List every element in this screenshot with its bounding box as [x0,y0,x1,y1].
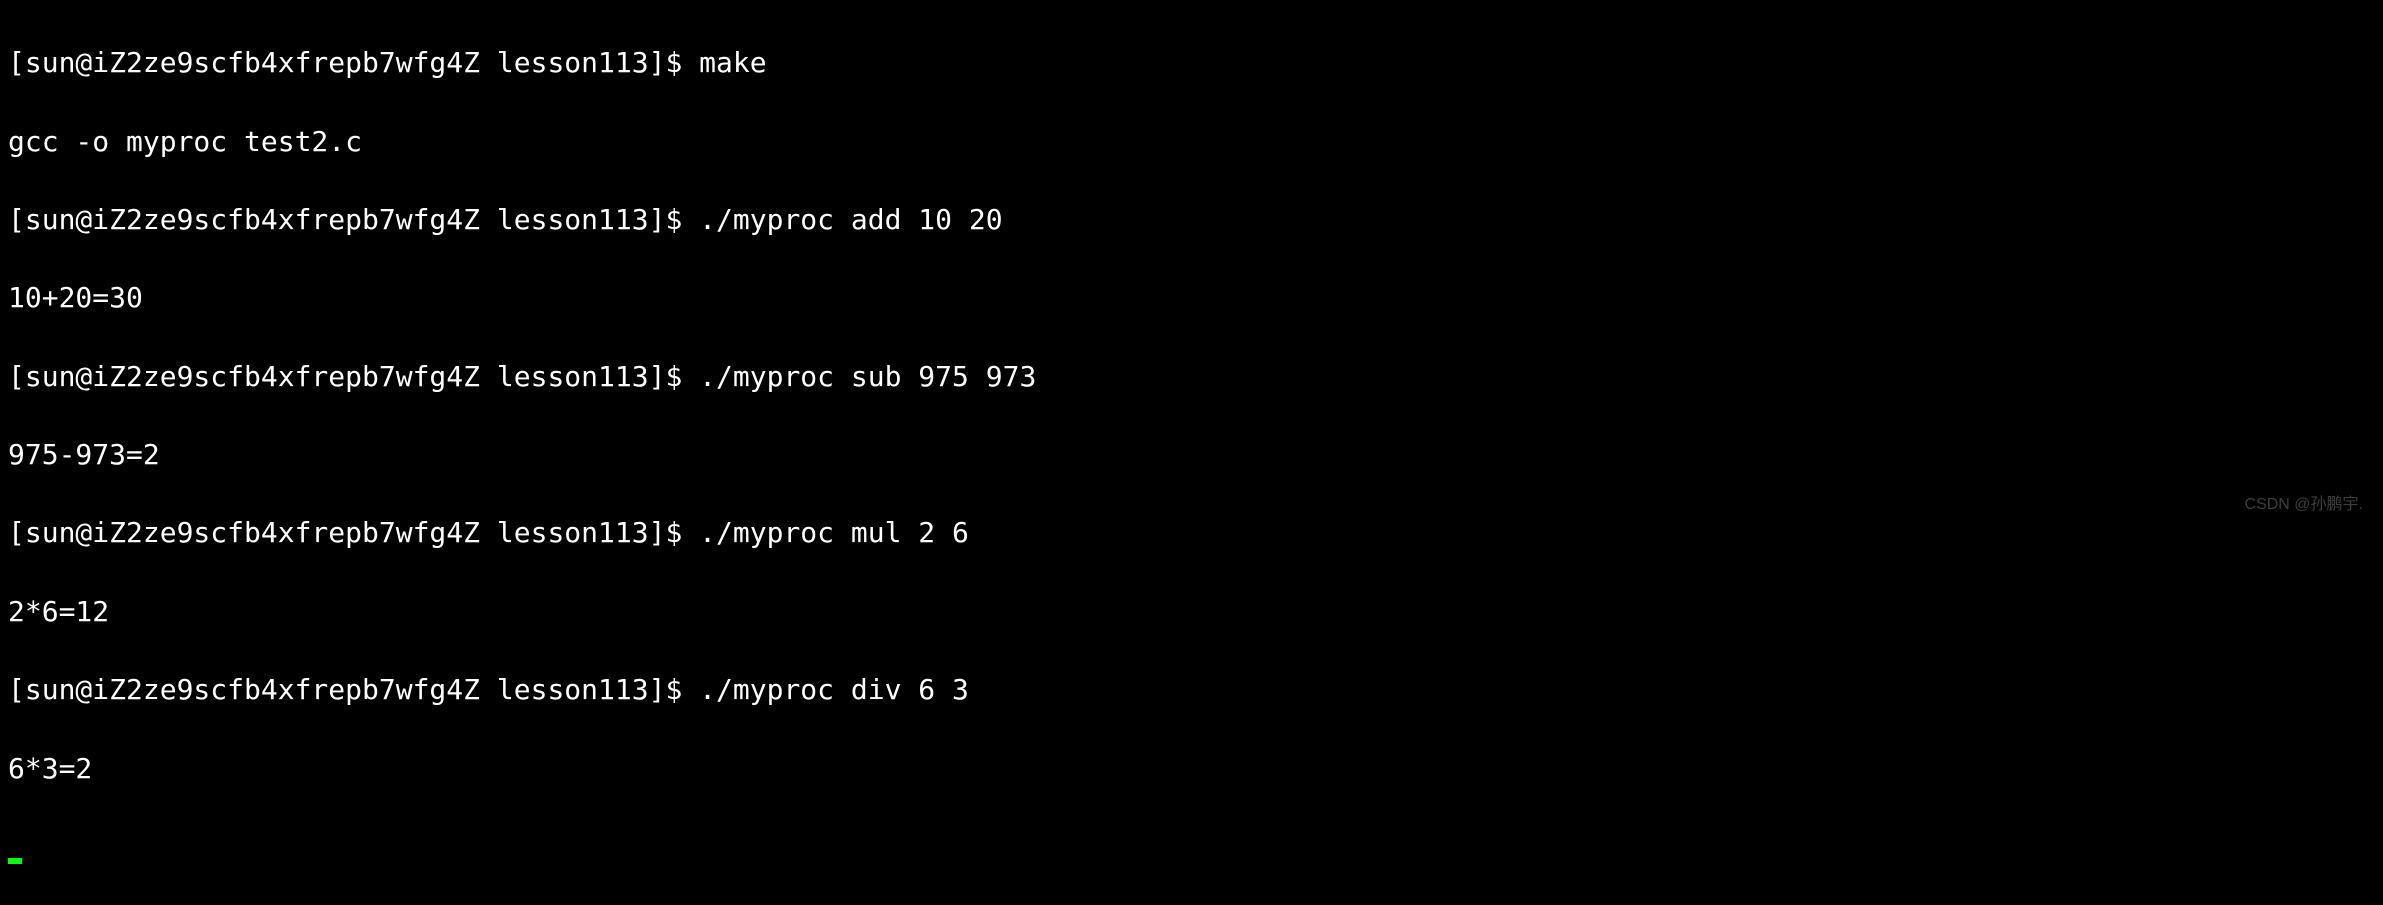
output: 10+20=30 [8,281,143,314]
output: 6*3=2 [8,752,92,785]
prompt: [sun@iZ2ze9scfb4xfrepb7wfg4Z lesson113]$ [8,673,699,706]
prompt: [sun@iZ2ze9scfb4xfrepb7wfg4Z lesson113]$ [8,516,699,549]
terminal-line [8,827,2375,866]
command: ./myproc add 10 20 [699,203,1002,236]
command: ./myproc sub 975 973 [699,360,1036,393]
command: ./myproc div 6 3 [699,673,969,706]
terminal-line: 10+20=30 [8,278,2375,317]
output: 2*6=12 [8,595,109,628]
terminal-line: gcc -o myproc test2.c [8,122,2375,161]
prompt: [sun@iZ2ze9scfb4xfrepb7wfg4Z lesson113]$ [8,203,699,236]
prompt: [sun@iZ2ze9scfb4xfrepb7wfg4Z lesson113]$ [8,360,699,393]
terminal-line: [sun@iZ2ze9scfb4xfrepb7wfg4Z lesson113]$… [8,513,2375,552]
output: gcc -o myproc test2.c [8,125,362,158]
terminal-line: 975-973=2 [8,435,2375,474]
terminal-line: [sun@iZ2ze9scfb4xfrepb7wfg4Z lesson113]$… [8,670,2375,709]
terminal-line: [sun@iZ2ze9scfb4xfrepb7wfg4Z lesson113]$… [8,200,2375,239]
command: make [699,46,766,79]
cursor-icon [8,858,22,864]
terminal-line: [sun@iZ2ze9scfb4xfrepb7wfg4Z lesson113]$… [8,357,2375,396]
command: ./myproc mul 2 6 [699,516,969,549]
terminal-line: 6*3=2 [8,749,2375,788]
terminal-output[interactable]: [sun@iZ2ze9scfb4xfrepb7wfg4Z lesson113]$… [8,4,2375,905]
prompt: [sun@iZ2ze9scfb4xfrepb7wfg4Z lesson113]$ [8,46,699,79]
output: 975-973=2 [8,438,160,471]
terminal-line: [sun@iZ2ze9scfb4xfrepb7wfg4Z lesson113]$… [8,43,2375,82]
watermark: CSDN @孙鹏宇. [2245,494,2363,516]
terminal-line: 2*6=12 [8,592,2375,631]
